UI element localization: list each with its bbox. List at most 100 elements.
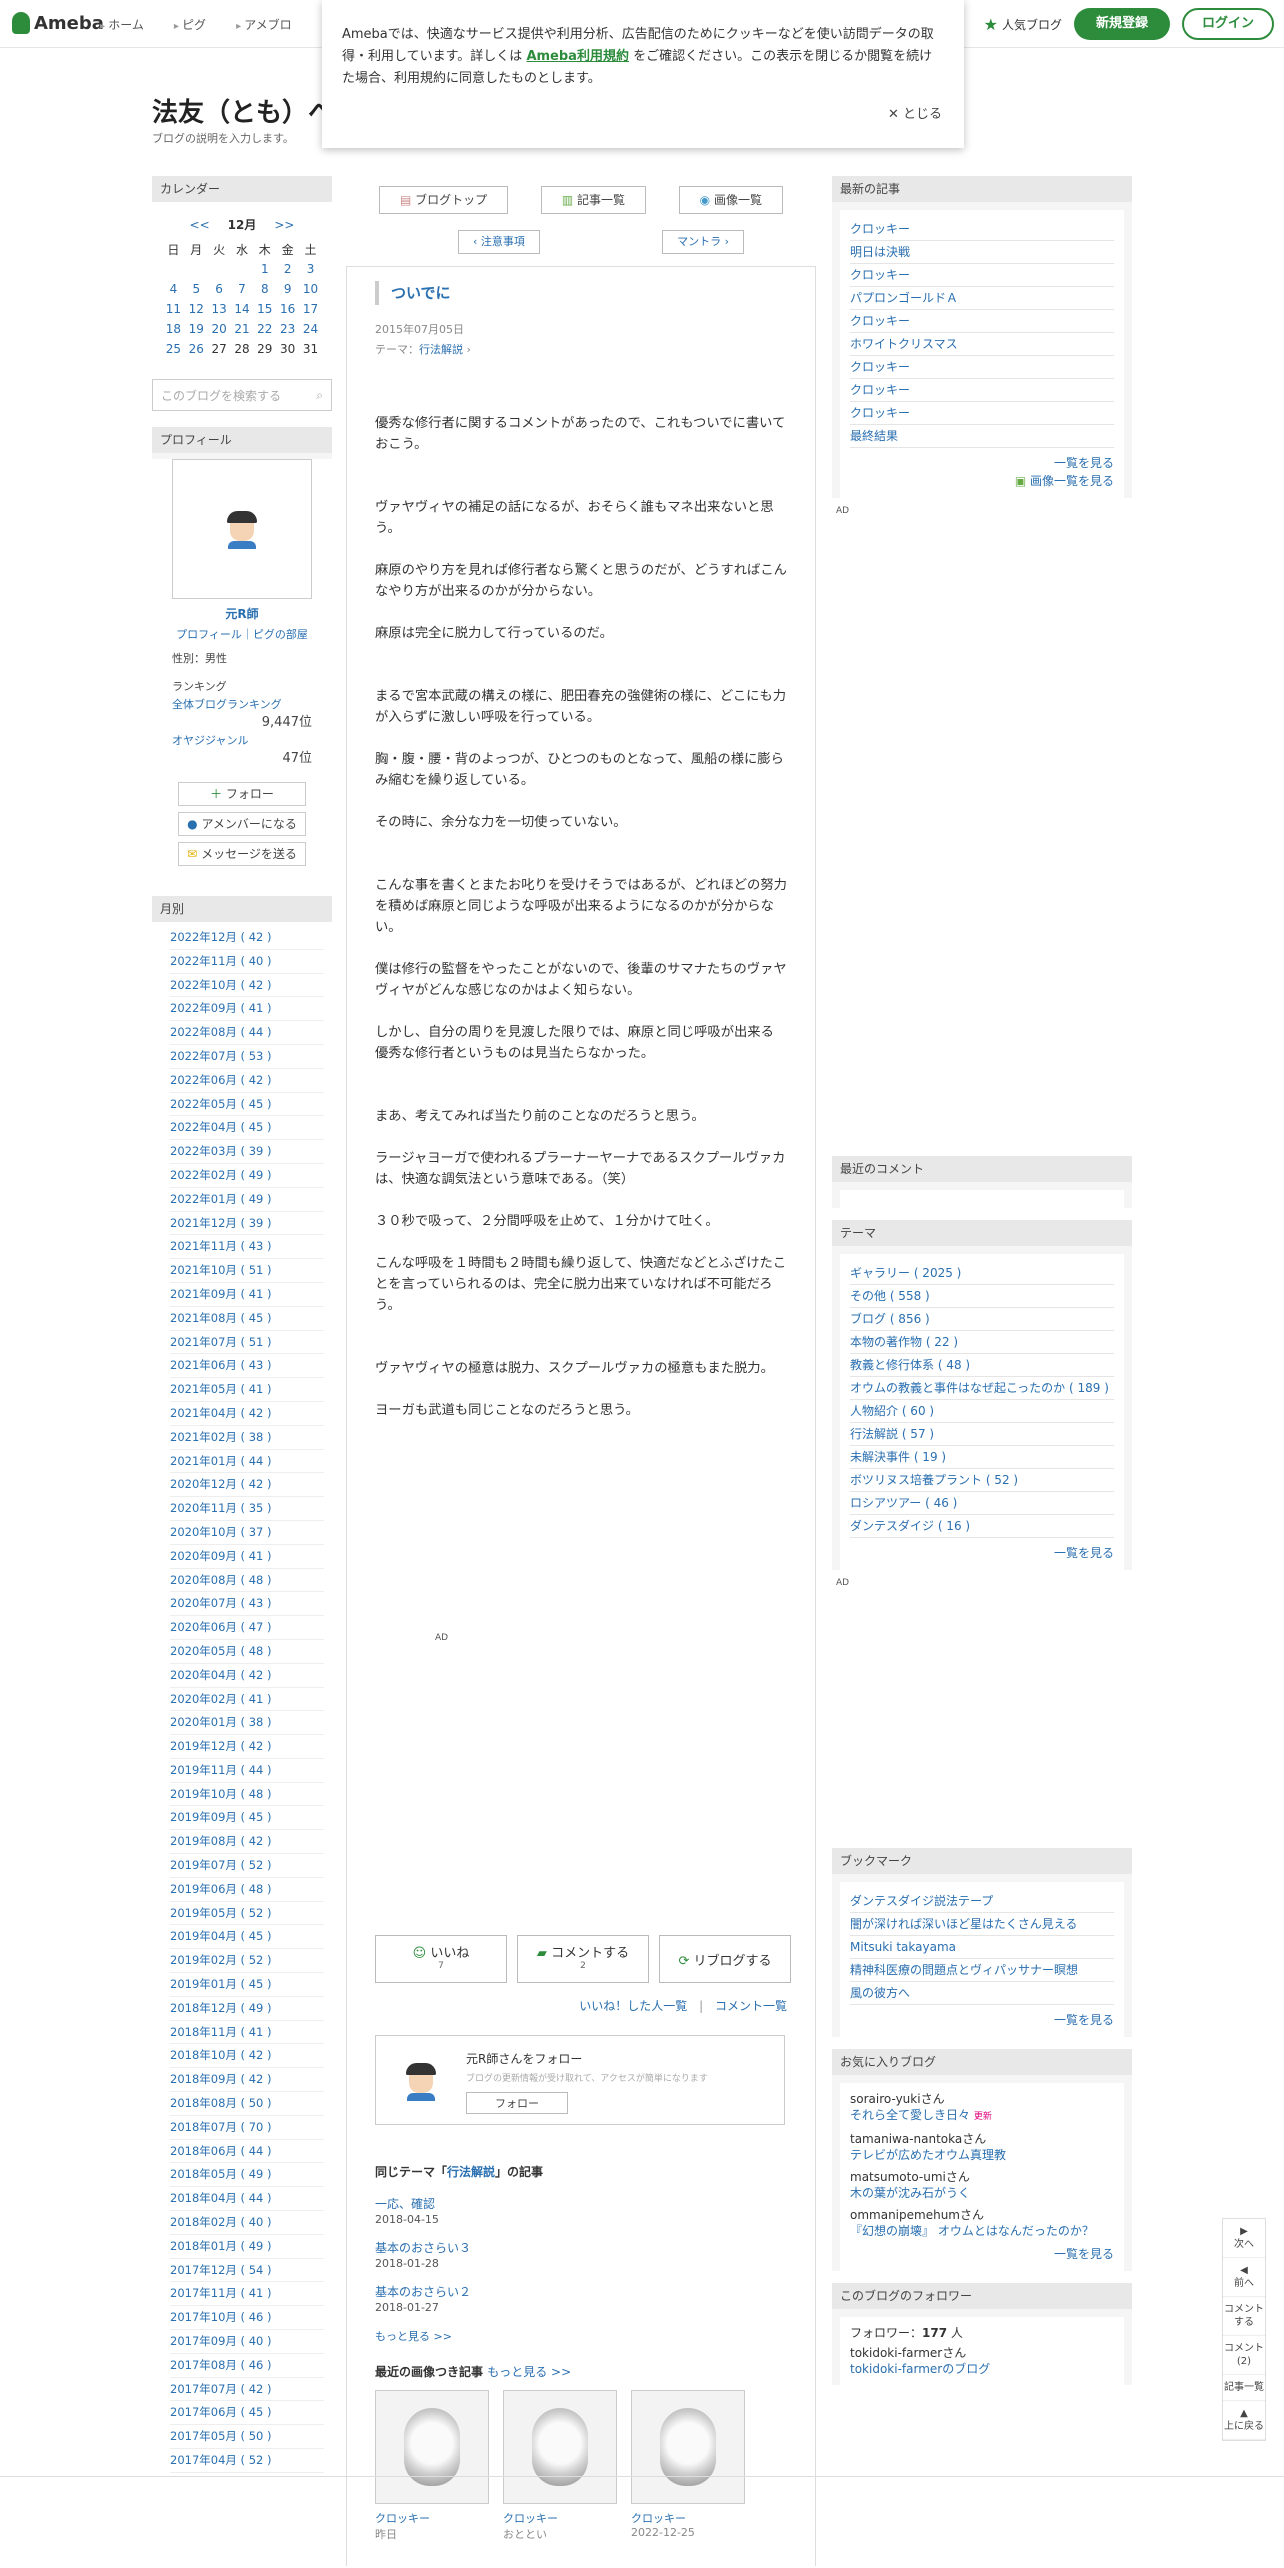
bookmark-link[interactable]: 風の彼方へ (850, 1982, 1114, 2005)
monthly-archive-link[interactable]: 2020年11月 ( 35 ) (170, 1497, 324, 1521)
monthly-archive-link[interactable]: 2018年06月 ( 44 ) (170, 2140, 324, 2164)
recent-entry-link[interactable]: クロッキー (850, 218, 1114, 241)
monthly-archive-link[interactable]: 2017年08月 ( 46 ) (170, 2354, 324, 2378)
monthly-archive-link[interactable]: 2022年12月 ( 42 ) (170, 926, 324, 950)
popular-blogs-link[interactable]: ★ 人気ブログ (984, 15, 1062, 34)
monthly-archive-link[interactable]: 2022年04月 ( 45 ) (170, 1116, 324, 1141)
comments-list-link[interactable]: コメント一覧 (715, 1999, 787, 2013)
nav-pigg[interactable]: ピグ (174, 16, 206, 33)
recent-entry-link[interactable]: クロッキー (850, 264, 1114, 287)
calendar-day[interactable]: 15 (253, 299, 276, 319)
monthly-archive-link[interactable]: 2018年02月 ( 40 ) (170, 2211, 324, 2235)
comment-button[interactable]: ▰ コメントする 2 (517, 1935, 649, 1983)
calendar-day[interactable]: 17 (299, 299, 322, 319)
calendar-day[interactable]: 18 (162, 319, 185, 339)
recent-entry-link[interactable]: クロッキー (850, 402, 1114, 425)
theme-link-item[interactable]: 教義と修行体系 ( 48 ) (850, 1354, 1114, 1377)
calendar-day[interactable]: 1 (253, 259, 276, 279)
recent-image-item[interactable]: クロッキー おととい (503, 2390, 617, 2542)
monthly-archive-link[interactable]: 2022年09月 ( 41 ) (170, 997, 324, 1022)
monthly-archive-link[interactable]: 2018年07月 ( 70 ) (170, 2116, 324, 2140)
calendar-day[interactable]: 3 (299, 259, 322, 279)
monthly-archive-link[interactable]: 2022年03月 ( 39 ) (170, 1140, 324, 1164)
monthly-archive-link[interactable]: 2020年07月 ( 43 ) (170, 1592, 324, 1617)
follower-blog-link[interactable]: tokidoki-farmerのブログ (850, 2362, 990, 2376)
monthly-archive-link[interactable]: 2021年09月 ( 41 ) (170, 1283, 324, 1307)
calendar-day[interactable]: 7 (231, 279, 254, 299)
monthly-archive-link[interactable]: 2019年06月 ( 48 ) (170, 1878, 324, 1902)
cookie-close-button[interactable]: ✕ とじる (888, 104, 942, 126)
favorite-blog-link[interactable]: 『幻想の崩壊』 オウムとはなんだったのか？ (850, 2224, 1094, 2238)
blog-title[interactable]: 法友（とも）へ (152, 92, 334, 129)
theme-link-item[interactable]: オウムの教義と事件はなぜ起こったのか ( 189 ) (850, 1377, 1114, 1400)
sketch-thumbnail[interactable] (375, 2390, 489, 2504)
recent-image-item[interactable]: クロッキー 2022-12-25 (631, 2390, 745, 2542)
ameba-logo[interactable]: Ameba (12, 12, 104, 34)
calendar-day[interactable]: 30 (276, 339, 299, 359)
monthly-archive-link[interactable]: 2022年02月 ( 49 ) (170, 1164, 324, 1188)
rank-all-link[interactable]: 全体ブログランキング (172, 698, 282, 711)
calendar-day[interactable]: 22 (253, 319, 276, 339)
follow-button[interactable]: ＋ フォロー (178, 782, 306, 806)
theme-link-item[interactable]: 人物紹介 ( 60 ) (850, 1400, 1114, 1423)
monthly-archive-link[interactable]: 2018年08月 ( 50 ) (170, 2092, 324, 2116)
calendar-day[interactable]: 31 (299, 339, 322, 359)
calendar-day[interactable]: 9 (276, 279, 299, 299)
monthly-archive-link[interactable]: 2020年09月 ( 41 ) (170, 1545, 324, 1569)
register-button[interactable]: 新規登録 (1073, 8, 1170, 40)
liked-users-link[interactable]: いいね！した人一覧 (579, 1999, 687, 2013)
monthly-archive-link[interactable]: 2021年02月 ( 38 ) (170, 1426, 324, 1450)
recent-entry-link[interactable]: 最終結果 (850, 425, 1114, 448)
monthly-archive-link[interactable]: 2021年06月 ( 43 ) (170, 1354, 324, 1379)
theme-link-item[interactable]: ロシアツアー ( 46 ) (850, 1492, 1114, 1515)
monthly-archive-link[interactable]: 2021年12月 ( 39 ) (170, 1212, 324, 1236)
float-prev[interactable]: ◀ 前へ (1223, 2258, 1265, 2297)
monthly-archive-link[interactable]: 2019年07月 ( 52 ) (170, 1854, 324, 1878)
float-next[interactable]: ▶ 次へ (1223, 2219, 1265, 2258)
theme-link-item[interactable]: ダンテスダイジ ( 16 ) (850, 1515, 1114, 1538)
monthly-archive-link[interactable]: 2020年12月 ( 42 ) (170, 1473, 324, 1498)
sketch-thumbnail[interactable] (503, 2390, 617, 2504)
monthly-archive-link[interactable]: 2022年07月 ( 53 ) (170, 1045, 324, 1069)
monthly-archive-link[interactable]: 2018年04月 ( 44 ) (170, 2187, 324, 2212)
bookmark-link[interactable]: 闇が深ければ深いほど星はたくさん見える (850, 1913, 1114, 1936)
same-theme-entry-link[interactable]: 基本のおさらい３ (375, 2241, 471, 2255)
recent-image-item[interactable]: クロッキー 昨日 (375, 2390, 489, 2542)
monthly-archive-link[interactable]: 2019年04月 ( 45 ) (170, 1925, 324, 1950)
recent-entry-link[interactable]: パプロンゴールドＡ (850, 287, 1114, 310)
monthly-archive-link[interactable]: 2021年01月 ( 44 ) (170, 1450, 324, 1474)
recent-entry-link[interactable]: ホワイトクリスマス (850, 333, 1114, 356)
monthly-archive-link[interactable]: 2022年05月 ( 45 ) (170, 1093, 324, 1117)
amember-button[interactable]: ● アメンバーになる (178, 812, 306, 836)
float-list[interactable]: 記事一覧 (1223, 2375, 1265, 2401)
calendar-day[interactable]: 16 (276, 299, 299, 319)
monthly-archive-link[interactable]: 2017年09月 ( 40 ) (170, 2330, 324, 2354)
theme-link-item[interactable]: ギャラリー ( 2025 ) (850, 1262, 1114, 1285)
favorite-blog-link[interactable]: 木の葉が沈み石がうく (850, 2186, 970, 2200)
monthly-archive-link[interactable]: 2017年11月 ( 41 ) (170, 2282, 324, 2307)
monthly-archive-link[interactable]: 2021年07月 ( 51 ) (170, 1331, 324, 1355)
calendar-day[interactable]: 10 (299, 279, 322, 299)
tab-entry-list[interactable]: ▥ 記事一覧 (540, 186, 647, 214)
recent-image-title[interactable]: クロッキー (503, 2510, 617, 2526)
monthly-archive-link[interactable]: 2019年01月 ( 45 ) (170, 1973, 324, 1997)
nav-home[interactable]: ホーム (100, 16, 144, 33)
rank-genre-link[interactable]: オヤジジャンル (172, 734, 248, 747)
monthly-archive-link[interactable]: 2022年08月 ( 44 ) (170, 1021, 324, 1045)
monthly-archive-link[interactable]: 2018年01月 ( 49 ) (170, 2235, 324, 2259)
monthly-archive-link[interactable]: 2022年11月 ( 40 ) (170, 950, 324, 974)
calendar-day[interactable]: 20 (208, 319, 231, 339)
terms-link[interactable]: Ameba利用規約 (526, 49, 629, 64)
monthly-archive-link[interactable]: 2020年06月 ( 47 ) (170, 1616, 324, 1640)
message-button[interactable]: ✉ メッセージを送る (178, 842, 306, 866)
profile-avatar[interactable] (172, 459, 312, 599)
calendar-day[interactable]: 26 (185, 339, 208, 359)
sketch-thumbnail[interactable] (631, 2390, 745, 2504)
monthly-archive-link[interactable]: 2017年04月 ( 52 ) (170, 2449, 324, 2473)
recent-image-title[interactable]: クロッキー (375, 2510, 489, 2526)
theme-link[interactable]: 行法解説 (419, 343, 463, 356)
monthly-archive-link[interactable]: 2017年06月 ( 45 ) (170, 2401, 324, 2426)
theme-link-item[interactable]: ボツリヌス培養プラント ( 52 ) (850, 1469, 1114, 1492)
monthly-archive-link[interactable]: 2017年12月 ( 54 ) (170, 2259, 324, 2283)
blog-search-input[interactable]: このブログを検索する ⌕ (152, 379, 332, 411)
